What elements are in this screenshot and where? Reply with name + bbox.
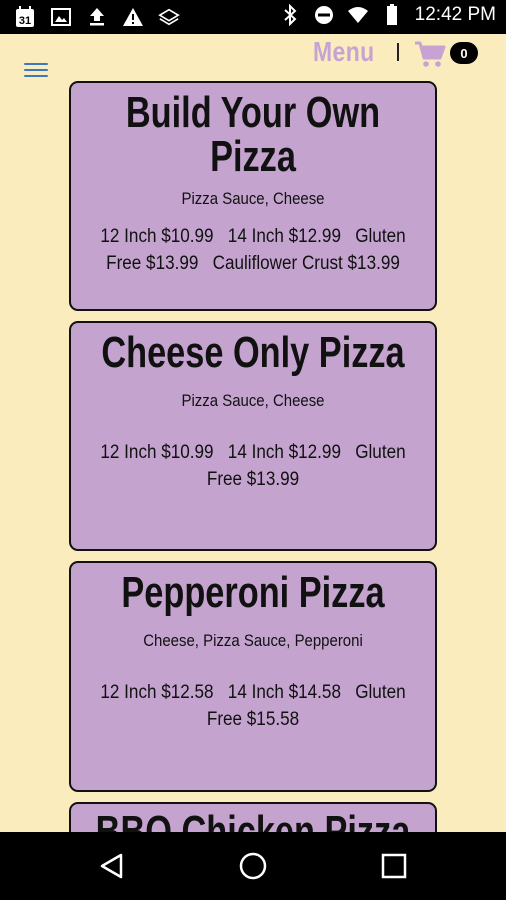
cart-icon[interactable] <box>414 40 446 68</box>
cart-count-badge[interactable]: 0 <box>450 42 478 64</box>
menu-item-card[interactable]: Cheese Only Pizza Pizza Sauce, Cheese 12… <box>69 321 437 551</box>
menu-item-description: Pizza Sauce, Cheese <box>181 189 325 208</box>
upload-icon <box>86 6 108 28</box>
navigation-bar <box>0 832 506 900</box>
do-not-disturb-icon <box>313 4 335 26</box>
price-line: Free $13.99 Cauliflower Crust $13.99 <box>106 253 400 274</box>
header-divider <box>397 43 399 61</box>
menu-item-card[interactable]: Pepperoni Pizza Cheese, Pizza Sauce, Pep… <box>69 561 437 792</box>
hamburger-menu-icon[interactable] <box>24 63 48 77</box>
price-line: Free $15.58 <box>206 709 300 730</box>
bluetooth-icon <box>279 4 301 26</box>
back-icon[interactable] <box>97 850 129 882</box>
recents-icon[interactable] <box>378 850 410 882</box>
price-line: 12 Inch $10.99 14 Inch $12.99 Gluten <box>100 226 406 247</box>
menu-item-description: Pizza Sauce, Cheese <box>181 391 325 410</box>
menu-item-title: Build Your Own Pizza <box>125 88 381 181</box>
price-line: Free $13.99 <box>206 469 300 490</box>
home-icon[interactable] <box>237 850 269 882</box>
menu-item-prices: 12 Inch $10.99 14 Inch $12.99 Gluten Fre… <box>89 439 417 493</box>
menu-item-card[interactable]: BBQ Chicken Pizza <box>69 802 437 832</box>
menu-item-prices: 12 Inch $12.58 14 Inch $14.58 Gluten Fre… <box>89 679 417 733</box>
menu-title[interactable]: Menu <box>313 36 375 68</box>
wifi-icon <box>347 4 369 26</box>
menu-item-title: BBQ Chicken Pizza <box>95 807 411 833</box>
layers-icon <box>158 6 180 28</box>
menu-item-title: Pepperoni Pizza <box>121 568 385 617</box>
menu-item-description: Cheese, Pizza Sauce, Pepperoni <box>143 631 363 650</box>
warning-icon <box>122 6 144 28</box>
price-line: 12 Inch $10.99 14 Inch $12.99 Gluten <box>100 442 406 463</box>
menu-item-title: Cheese Only Pizza <box>101 328 405 377</box>
battery-icon <box>381 4 403 26</box>
app-header: Menu 0 <box>0 34 506 80</box>
status-bar: 31 12:42 PM <box>0 0 506 34</box>
clock-time: 12:42 PM <box>414 4 496 25</box>
menu-item-prices: 12 Inch $10.99 14 Inch $12.99 Gluten Fre… <box>89 223 417 277</box>
calendar-icon: 31 <box>14 6 36 28</box>
menu-list: Build Your Own Pizza Pizza Sauce, Cheese… <box>0 80 506 832</box>
price-line: 12 Inch $12.58 14 Inch $14.58 Gluten <box>100 682 406 703</box>
svg-text:31: 31 <box>19 15 31 27</box>
image-icon <box>50 6 72 28</box>
menu-item-card[interactable]: Build Your Own Pizza Pizza Sauce, Cheese… <box>69 81 437 311</box>
